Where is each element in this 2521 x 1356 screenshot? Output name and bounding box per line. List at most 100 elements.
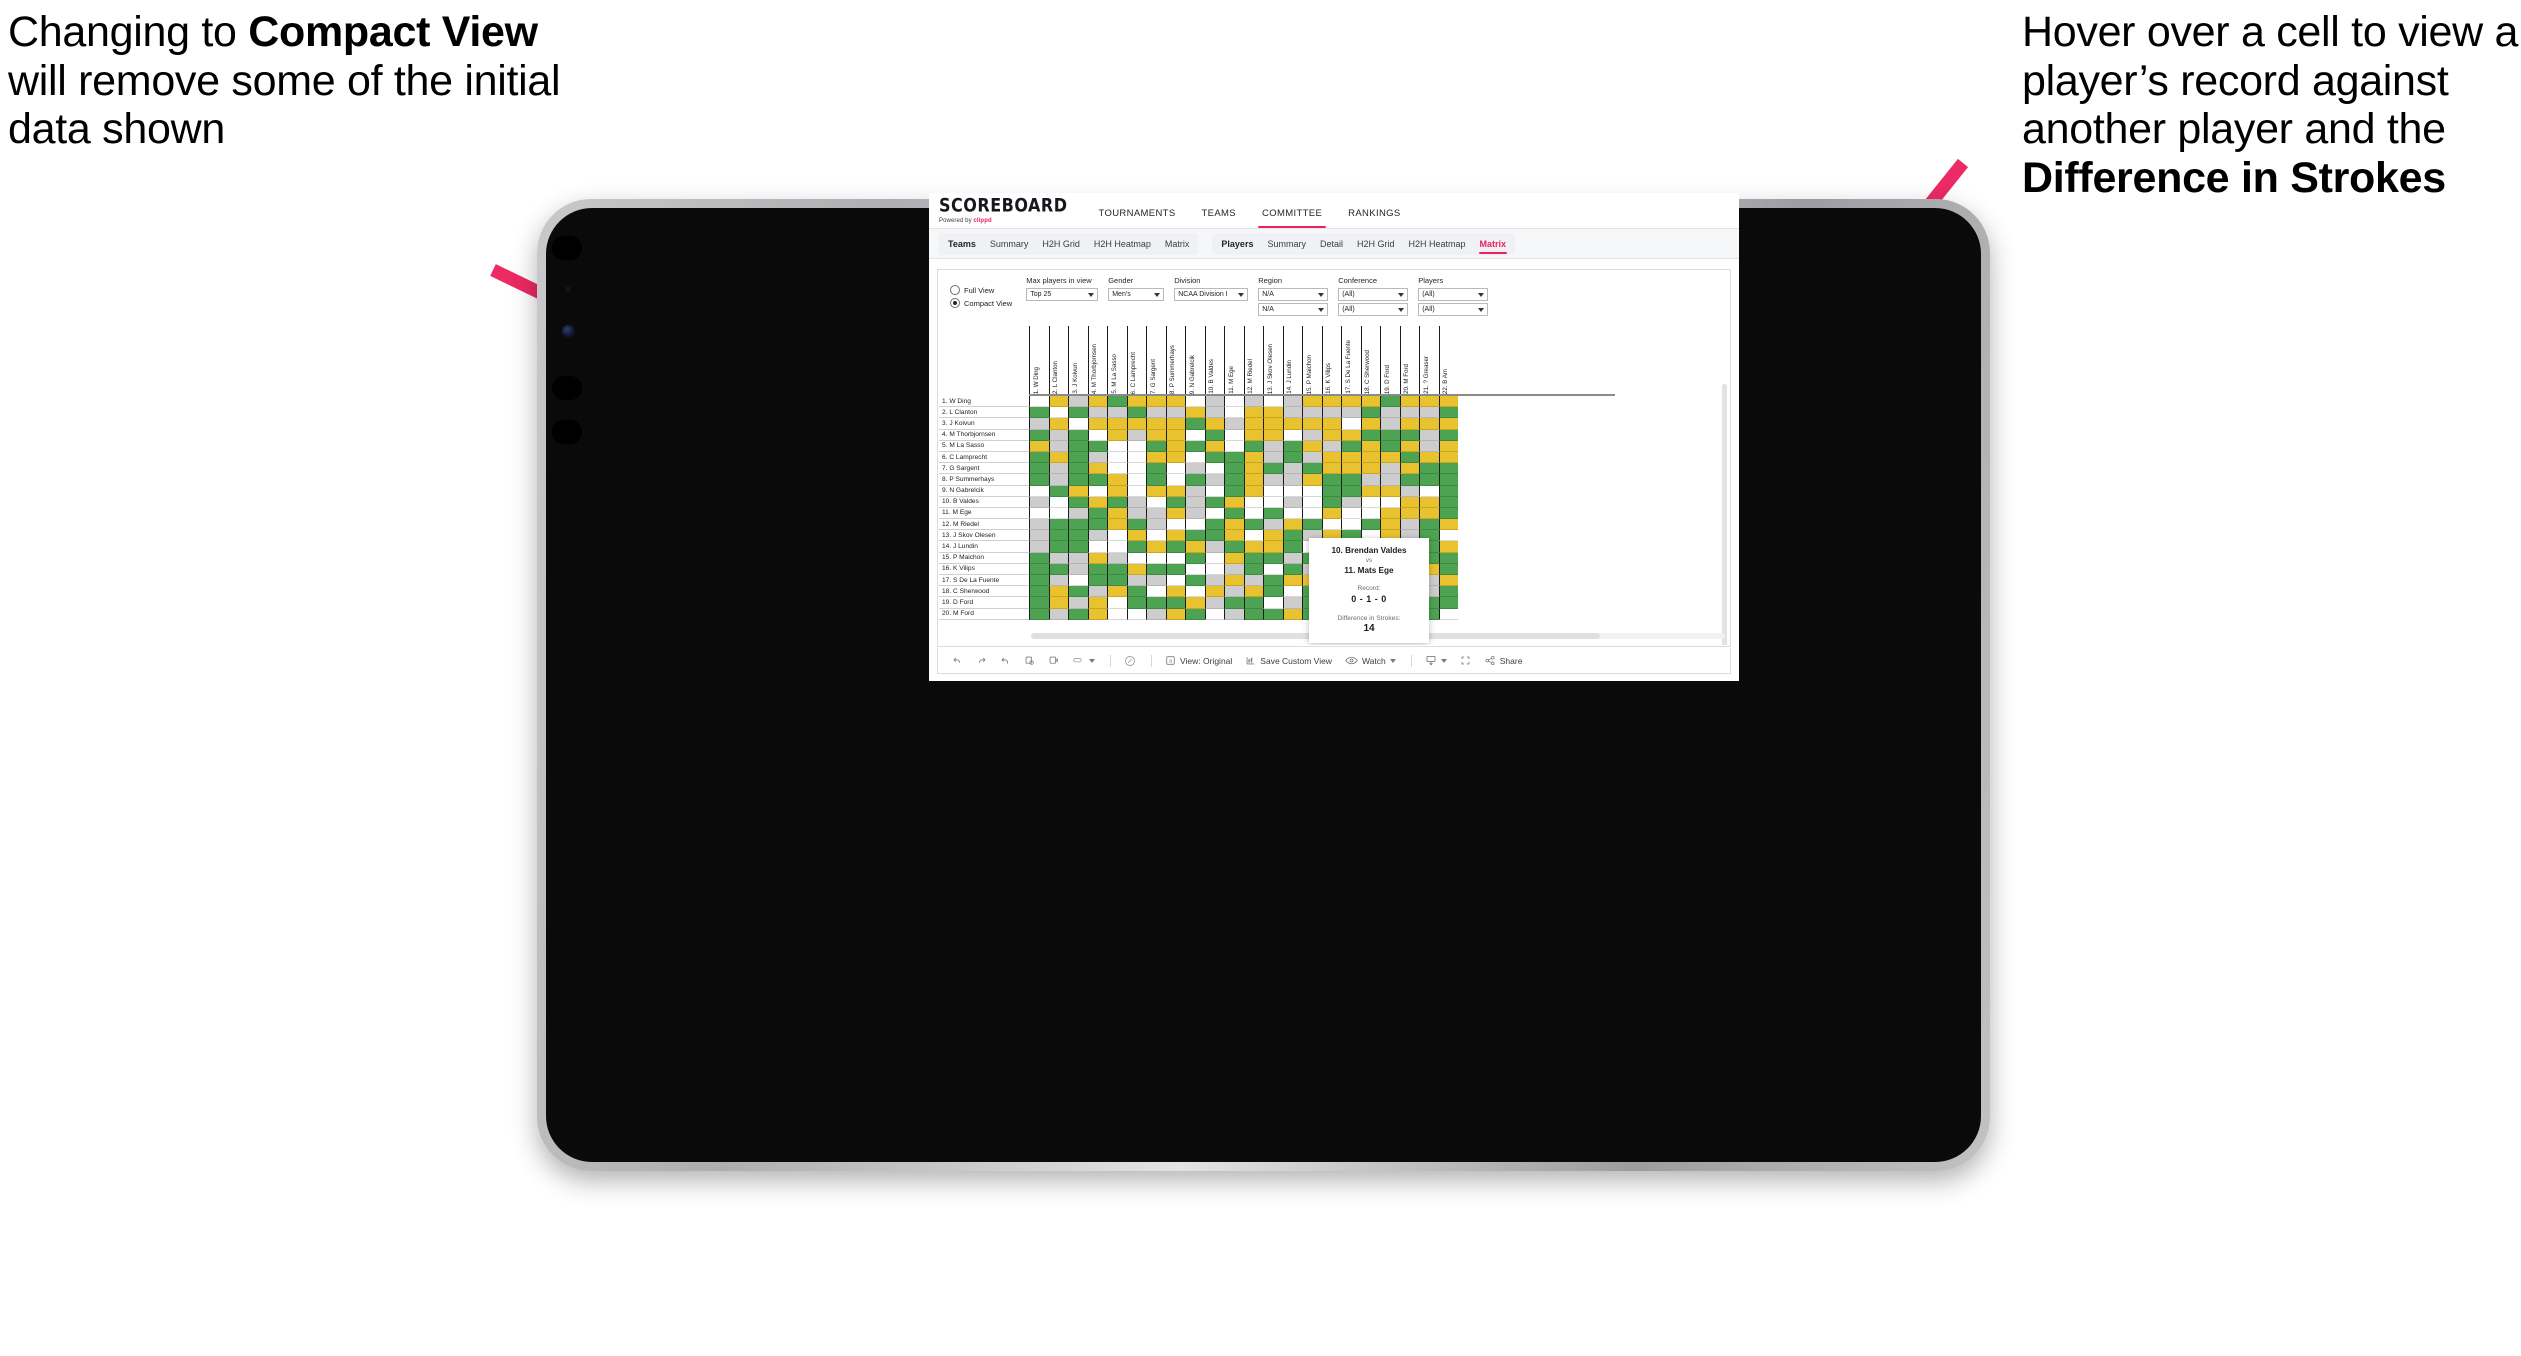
matrix-cell[interactable]: [1029, 507, 1049, 520]
chevron-down-icon[interactable]: [1318, 307, 1325, 312]
matrix-cell[interactable]: [1126, 429, 1146, 441]
matrix-cell[interactable]: [1068, 530, 1088, 542]
matrix-cell[interactable]: [1185, 530, 1205, 542]
matrix-cell[interactable]: [1185, 485, 1205, 497]
matrix-row-label[interactable]: 9. N Gabrelcik: [939, 485, 1029, 497]
matrix-cell[interactable]: [1146, 586, 1166, 598]
matrix-cell[interactable]: [1029, 541, 1049, 553]
fullscreen-button[interactable]: [1460, 655, 1471, 666]
chevron-down-icon[interactable]: [1478, 292, 1485, 297]
matrix-cell[interactable]: [1399, 519, 1419, 531]
chevron-down-icon[interactable]: [1089, 658, 1095, 663]
matrix-cell[interactable]: [1165, 463, 1185, 475]
matrix-cell[interactable]: [1126, 541, 1146, 553]
matrix-cell[interactable]: [1380, 429, 1400, 441]
matrix-cell[interactable]: [1243, 541, 1263, 553]
chevron-down-icon[interactable]: [1398, 292, 1405, 297]
matrix-row-label[interactable]: 19. D Ford: [939, 597, 1029, 609]
matrix-column-header[interactable]: 12. M Riedel: [1243, 326, 1264, 394]
matrix-cell[interactable]: [1263, 440, 1283, 452]
filter-select-conference-1[interactable]: (All): [1338, 288, 1409, 301]
matrix-cell[interactable]: [1087, 474, 1107, 486]
matrix-cell[interactable]: [1399, 463, 1419, 475]
matrix-cell[interactable]: [1165, 530, 1185, 542]
matrix-row-label[interactable]: 1. W Ding: [939, 396, 1029, 408]
matrix-cell[interactable]: [1243, 407, 1263, 419]
matrix-cell[interactable]: [1360, 451, 1380, 464]
matrix-scroll-area[interactable]: 1. W Ding 2. L Clanton 3. J Koivun 4. M Tho…: [939, 326, 1729, 645]
matrix-cell[interactable]: [1302, 519, 1322, 531]
matrix-cell[interactable]: [1282, 519, 1302, 531]
matrix-cell[interactable]: [1185, 552, 1205, 564]
matrix-cell[interactable]: [1321, 396, 1341, 408]
matrix-cell[interactable]: [1243, 474, 1263, 486]
matrix-cell[interactable]: [1126, 407, 1146, 419]
matrix-cell[interactable]: [1204, 485, 1224, 497]
matrix-cell[interactable]: [1165, 496, 1185, 508]
matrix-cell[interactable]: [1321, 463, 1341, 475]
matrix-cell[interactable]: [1380, 451, 1400, 464]
matrix-cell[interactable]: [1048, 519, 1068, 531]
matrix-cell[interactable]: [1204, 507, 1224, 520]
download-button[interactable]: [1425, 655, 1447, 666]
tab-players-h2h-grid[interactable]: H2H Grid: [1350, 233, 1402, 255]
matrix-cell[interactable]: [1029, 597, 1049, 609]
matrix-cell[interactable]: [1224, 507, 1244, 520]
matrix-cell[interactable]: [1282, 575, 1302, 587]
matrix-cell[interactable]: [1263, 474, 1283, 486]
matrix-cell[interactable]: [1126, 451, 1146, 464]
matrix-cell[interactable]: [1204, 530, 1224, 542]
matrix-cell[interactable]: [1224, 541, 1244, 553]
matrix-cell[interactable]: [1146, 597, 1166, 609]
radio-full-view[interactable]: Full View: [950, 285, 1012, 295]
matrix-cell[interactable]: [1438, 418, 1458, 430]
matrix-row-label[interactable]: 3. J Koivun: [939, 418, 1029, 430]
matrix-cell[interactable]: [1419, 474, 1439, 486]
matrix-cell[interactable]: [1399, 418, 1419, 430]
radio-compact-view[interactable]: Compact View: [950, 298, 1012, 308]
matrix-column-header[interactable]: 1. W Ding: [1029, 326, 1049, 394]
matrix-column-header[interactable]: 17. S De La Fuente: [1341, 326, 1361, 394]
matrix-cell[interactable]: [1165, 429, 1185, 441]
matrix-cell[interactable]: [1243, 586, 1263, 598]
matrix-cell[interactable]: [1438, 463, 1458, 475]
matrix-cell[interactable]: [1204, 440, 1224, 452]
matrix-cell[interactable]: [1302, 507, 1322, 520]
matrix-cell[interactable]: [1029, 418, 1049, 430]
matrix-cell[interactable]: [1068, 597, 1088, 609]
matrix-column-header[interactable]: 13. J Skov Olesen: [1263, 326, 1283, 394]
matrix-cell[interactable]: [1087, 507, 1107, 520]
matrix-cell[interactable]: [1438, 407, 1458, 419]
matrix-cell[interactable]: [1068, 563, 1088, 575]
matrix-cell[interactable]: [1282, 507, 1302, 520]
topnav-item-tournaments[interactable]: TOURNAMENTS: [1085, 208, 1188, 228]
matrix-cell[interactable]: [1282, 608, 1302, 620]
matrix-cell[interactable]: [1438, 496, 1458, 508]
matrix-cell[interactable]: [1321, 418, 1341, 430]
matrix-cell[interactable]: [1048, 396, 1068, 408]
matrix-cell[interactable]: [1341, 507, 1361, 520]
matrix-cell[interactable]: [1107, 563, 1127, 575]
matrix-cell[interactable]: [1107, 451, 1127, 464]
matrix-cell[interactable]: [1165, 597, 1185, 609]
matrix-column-header[interactable]: 15. P Maichon: [1302, 326, 1322, 394]
matrix-cell[interactable]: [1224, 407, 1244, 419]
matrix-cell[interactable]: [1360, 496, 1380, 508]
matrix-cell[interactable]: [1048, 496, 1068, 508]
matrix-cell[interactable]: [1126, 496, 1146, 508]
matrix-cell[interactable]: [1419, 496, 1439, 508]
matrix-cell[interactable]: [1224, 485, 1244, 497]
matrix-cell[interactable]: [1068, 407, 1088, 419]
tab-players-matrix[interactable]: Matrix: [1473, 233, 1514, 255]
matrix-cell[interactable]: [1380, 396, 1400, 408]
matrix-cell[interactable]: [1165, 519, 1185, 531]
matrix-cell[interactable]: [1399, 474, 1419, 486]
matrix-cell[interactable]: [1107, 530, 1127, 542]
matrix-cell[interactable]: [1068, 463, 1088, 475]
chevron-down-icon[interactable]: [1389, 658, 1396, 663]
matrix-cell[interactable]: [1107, 586, 1127, 598]
matrix-cell[interactable]: [1087, 541, 1107, 553]
matrix-cell[interactable]: [1048, 552, 1068, 564]
matrix-cell[interactable]: [1243, 530, 1263, 542]
matrix-cell[interactable]: [1282, 474, 1302, 486]
